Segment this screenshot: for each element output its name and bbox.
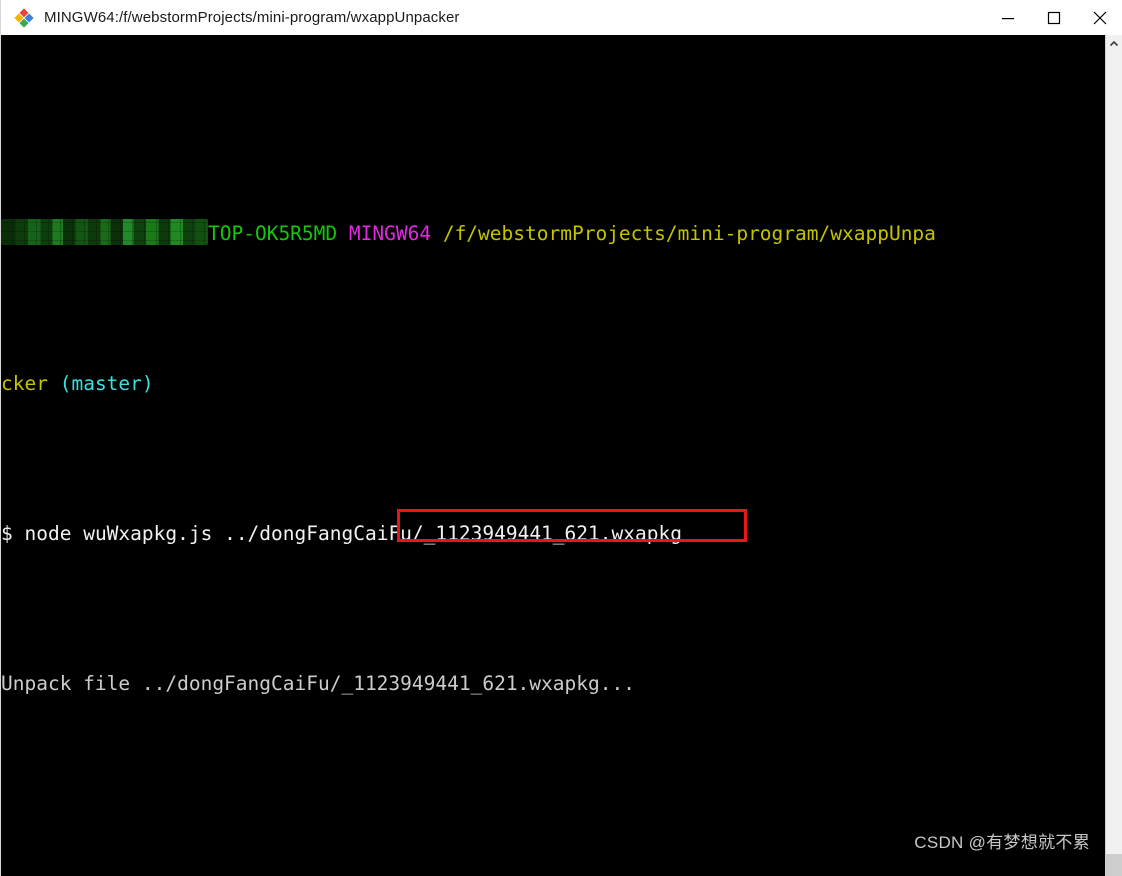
prompt-cwd-wrap: cker: [1, 372, 48, 395]
minimize-button[interactable]: [985, 0, 1031, 35]
scroll-thumb[interactable]: [1106, 854, 1122, 876]
minimize-icon: [1002, 17, 1014, 19]
close-button[interactable]: [1077, 0, 1122, 35]
prompt-host: TOP-OK5R5MD: [208, 222, 338, 245]
chevron-up-icon: [1109, 40, 1119, 46]
terminal-output-area[interactable]: TOP-OK5R5MD MINGW64 /f/webstormProjects/…: [1, 35, 1106, 876]
git-bash-icon: [14, 7, 34, 28]
close-icon: [1093, 11, 1107, 24]
unpack-file-line: Unpack file ../dongFangCaiFu/_1123949441…: [1, 672, 635, 695]
command-line: $ node wuWxapkg.js ../dongFangCaiFu/_112…: [1, 519, 1106, 549]
window-title: MINGW64:/f/webstormProjects/mini-program…: [44, 9, 460, 26]
maximize-icon: [1047, 11, 1061, 24]
maximize-button[interactable]: [1031, 0, 1077, 35]
prompt-branch: (master): [59, 372, 154, 395]
terminal-text: TOP-OK5R5MD MINGW64 /f/webstormProjects/…: [1, 95, 1106, 876]
prompt-cwd: /f/webstormProjects/mini-program/wxappUn…: [442, 222, 936, 245]
username-redaction: [1, 219, 208, 249]
command-text: node wuWxapkg.js ../dongFangCaiFu/_11239…: [24, 522, 682, 545]
window-controls: [985, 0, 1122, 35]
prompt-dollar: $: [1, 522, 13, 545]
prompt-line-2: cker (master): [1, 369, 1106, 399]
terminal-window: MINGW64:/f/webstormProjects/mini-program…: [0, 0, 1122, 876]
vertical-scrollbar[interactable]: [1105, 35, 1122, 876]
prompt-shell: MINGW64: [348, 222, 432, 245]
csdn-watermark: CSDN @有梦想就不累: [914, 833, 1090, 852]
title-bar[interactable]: MINGW64:/f/webstormProjects/mini-program…: [1, 0, 1122, 36]
scroll-up-button[interactable]: [1106, 35, 1122, 52]
prompt-line-1: TOP-OK5R5MD MINGW64 /f/webstormProjects/…: [1, 219, 1106, 249]
